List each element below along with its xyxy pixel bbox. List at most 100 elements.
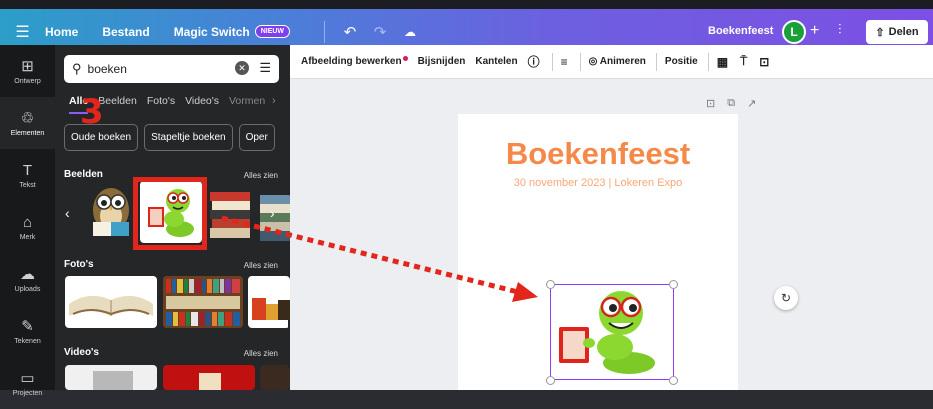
rail-item-ontwerp[interactable]: ⊞ Ontwerp — [0, 45, 55, 97]
open-book-photo[interactable] — [65, 276, 157, 328]
design-page[interactable]: Boekenfeest 30 november 2023 | Lokeren E… — [458, 114, 738, 390]
home-link[interactable]: Home — [45, 25, 78, 39]
rail-item-projecten[interactable]: ▭ Projecten — [0, 357, 55, 409]
section-title-photos: Foto's — [64, 259, 94, 270]
edit-image-label: Afbeelding bewerken — [301, 56, 402, 67]
lock-icon[interactable]: ⊡ — [759, 55, 769, 69]
rail-item-uploads[interactable]: ☁ Uploads — [0, 253, 55, 305]
add-page-icon[interactable]: ↗ — [747, 97, 756, 110]
rail-item-elementen[interactable]: ♲ Elementen — [0, 97, 55, 149]
flip-button[interactable]: Kantelen — [475, 56, 517, 67]
file-menu[interactable]: Bestand — [102, 25, 149, 39]
tab-vormen[interactable]: Vormen — [229, 95, 265, 114]
rail-item-label: Merk — [19, 233, 36, 241]
resize-handle[interactable] — [546, 280, 555, 289]
insights-icon[interactable]: ⫶ — [838, 21, 842, 38]
selected-bookworm-element[interactable] — [550, 284, 674, 380]
share-icon: ⇧ — [875, 26, 885, 39]
filter-icon[interactable]: ☰ — [259, 60, 271, 76]
rail-item-label: Elementen — [10, 130, 45, 137]
cloud-sync-icon[interactable]: ☁ — [395, 25, 425, 39]
video-thumbnail[interactable] — [260, 365, 290, 390]
duplicate-page-icon[interactable]: ⧉ — [727, 97, 735, 110]
annotation-number: 3 — [80, 92, 104, 132]
video-thumbnail[interactable] — [163, 365, 255, 390]
share-button[interactable]: ⇧ Delen — [866, 20, 928, 44]
divider — [324, 20, 326, 43]
edit-image-button[interactable]: Afbeelding bewerken — [301, 56, 408, 67]
resize-handle[interactable] — [546, 376, 555, 385]
avatar[interactable]: L — [782, 20, 806, 44]
animate-button[interactable]: ◎ Animeren — [589, 56, 646, 67]
document-title[interactable]: Boekenfeest — [708, 25, 773, 37]
new-badge: NIEUW — [254, 25, 291, 38]
window-top-strip — [0, 0, 933, 9]
paint-roller-icon[interactable]: ⍑ — [740, 54, 747, 69]
search-icon: ⚲ — [72, 61, 82, 76]
crop-button[interactable]: Bijsnijden — [418, 56, 466, 67]
tab-videos[interactable]: Video's — [185, 95, 219, 114]
border-style-icon[interactable]: ≡ — [561, 55, 568, 69]
book-stack-image[interactable] — [208, 186, 252, 242]
chip-oper[interactable]: Oper — [238, 124, 275, 151]
lock-page-icon[interactable]: ⊡ — [706, 97, 715, 110]
rail-item-label: Ontwerp — [14, 78, 41, 85]
redo-icon[interactable]: ↷ — [365, 23, 395, 41]
layout-icon: ⊞ — [21, 58, 34, 75]
transparency-icon[interactable]: ▦ — [717, 55, 728, 69]
rotate-refresh-icon[interactable]: ↻ — [774, 286, 798, 310]
page-subtitle[interactable]: 30 november 2023 | Lokeren Expo — [458, 177, 738, 189]
divider — [655, 52, 657, 71]
chevron-right-icon[interactable]: › — [272, 95, 276, 107]
brand-icon: ⌂ — [22, 213, 33, 231]
draw-icon: ✎ — [21, 318, 34, 335]
bookshelf-photo[interactable] — [163, 276, 243, 328]
scroll-right-icon[interactable]: › — [270, 205, 275, 221]
notification-dot — [402, 56, 408, 61]
annotation-highlight-box — [133, 177, 207, 250]
search-input[interactable]: ⚲ boeken ✕ ☰ — [64, 55, 279, 83]
magic-switch-label: Magic Switch — [173, 24, 250, 39]
rail-item-label: Tekst — [19, 181, 36, 189]
rail-item-label: Uploads — [14, 286, 41, 293]
share-label: Delen — [888, 26, 919, 38]
rail-item-tekst[interactable]: T Tekst — [0, 149, 55, 201]
shapes-icon: ♲ — [20, 110, 35, 127]
position-button[interactable]: Positie — [665, 56, 698, 67]
tab-beelden[interactable]: Beelden — [98, 95, 137, 114]
section-title-images: Beelden — [64, 169, 103, 180]
see-all-images[interactable]: Alles zien — [244, 171, 278, 180]
context-toolbar: Afbeelding bewerken Bijsnijden Kantelen … — [290, 45, 933, 79]
tab-fotos[interactable]: Foto's — [147, 95, 175, 114]
bookworm-illustration — [559, 291, 655, 374]
clear-icon[interactable]: ✕ — [235, 61, 249, 75]
animate-icon: ◎ — [588, 56, 600, 67]
folder-icon: ▭ — [20, 370, 35, 387]
see-all-videos[interactable]: Alles zien — [244, 349, 278, 358]
animate-label: Animeren — [599, 56, 646, 67]
scroll-left-icon[interactable]: ‹ — [65, 205, 70, 221]
books-photo-partial[interactable] — [248, 276, 290, 328]
resize-handle[interactable] — [669, 280, 678, 289]
owl-reading-image[interactable] — [87, 180, 135, 242]
divider — [551, 52, 553, 71]
undo-icon[interactable]: ↶ — [335, 23, 365, 41]
see-all-photos[interactable]: Alles zien — [244, 261, 278, 270]
menu-icon[interactable]: ☰ — [0, 22, 45, 42]
rail-item-tekenen[interactable]: ✎ Tekenen — [0, 305, 55, 357]
divider — [707, 52, 709, 71]
section-title-videos: Video's — [64, 347, 99, 358]
text-icon: T — [22, 161, 33, 179]
rail-item-merk[interactable]: ⌂ Merk — [0, 201, 55, 253]
rail-item-label: Tekenen — [14, 338, 41, 345]
upload-icon: ☁ — [20, 266, 35, 283]
invite-plus-icon[interactable]: + — [810, 22, 819, 40]
magic-switch-button[interactable]: Magic Switch NIEUW — [173, 24, 291, 39]
video-thumbnail[interactable] — [65, 365, 157, 390]
editor-area: Afbeelding bewerken Bijsnijden Kantelen … — [290, 45, 933, 390]
info-icon[interactable]: ⓘ — [528, 53, 540, 70]
chip-stapeltje-boeken[interactable]: Stapeltje boeken — [144, 124, 233, 151]
divider — [579, 52, 581, 71]
resize-handle[interactable] — [669, 376, 678, 385]
page-title[interactable]: Boekenfeest — [458, 136, 738, 172]
